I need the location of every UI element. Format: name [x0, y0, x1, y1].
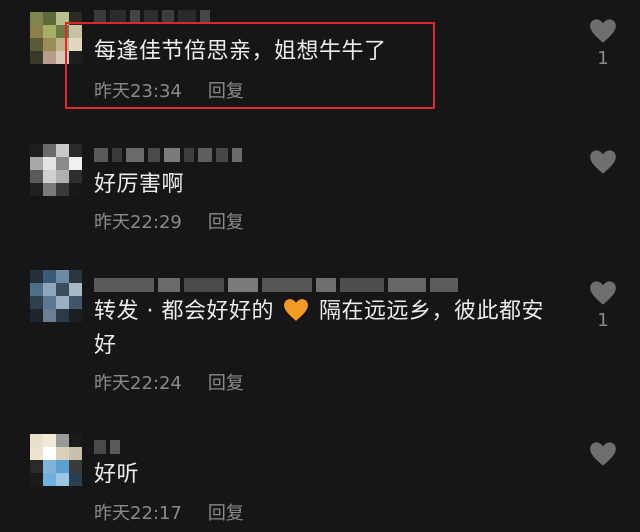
like-button[interactable] [588, 149, 618, 175]
like-count: 1 [597, 48, 609, 69]
username[interactable] [94, 278, 458, 292]
like-count: 1 [597, 310, 609, 331]
reply-button[interactable]: 回复 [208, 77, 244, 103]
comment-text: 每逢佳节倍思亲，姐想牛牛了 [94, 39, 387, 64]
comment-meta: 昨天22:17 回复 [94, 499, 244, 525]
avatar[interactable] [30, 12, 82, 64]
comment-text: 好厉害啊 [94, 172, 185, 197]
heart-icon [590, 281, 616, 305]
comment-time: 昨天22:17 [94, 503, 182, 524]
comment-text: 好听 [94, 462, 140, 487]
comment-meta: 昨天23:34 回复 [94, 77, 244, 103]
comment-time: 昨天23:34 [94, 81, 182, 102]
heart-icon [590, 150, 616, 174]
avatar[interactable] [30, 434, 82, 486]
comment-time: 昨天22:29 [94, 212, 182, 233]
orange-heart-icon [284, 299, 309, 321]
like-button[interactable]: 1 [588, 18, 618, 69]
avatar[interactable] [30, 144, 82, 196]
like-button[interactable]: 1 [588, 280, 618, 331]
like-button[interactable] [588, 441, 618, 467]
comment-meta: 昨天22:24 回复 [94, 369, 244, 395]
reply-button[interactable]: 回复 [208, 369, 244, 395]
comment-text: 转发 · 都会好好的 隔在远远乡，彼此都安好 [94, 295, 564, 363]
heart-icon [590, 19, 616, 43]
reply-button[interactable]: 回复 [208, 499, 244, 525]
comment-time: 昨天22:24 [94, 373, 182, 394]
username[interactable] [94, 10, 210, 24]
username[interactable] [94, 148, 242, 162]
comment-meta: 昨天22:29 回复 [94, 208, 244, 234]
heart-icon [590, 442, 616, 466]
avatar[interactable] [30, 270, 82, 322]
username[interactable] [94, 440, 120, 454]
reply-button[interactable]: 回复 [208, 208, 244, 234]
comment-text-part: 转发 · 都会好好的 [94, 299, 274, 324]
